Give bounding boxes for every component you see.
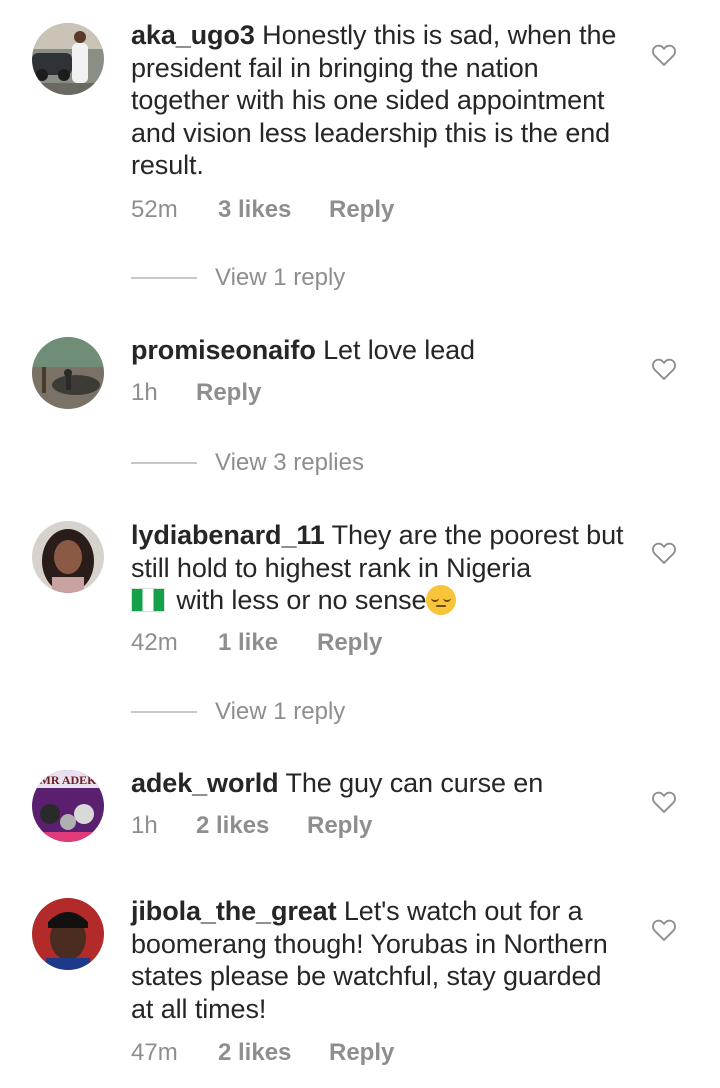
comment-meta: 47m 2 likes Reply bbox=[131, 1037, 394, 1069]
comment-text: aka_ugo3 Honestly this is sad, when the … bbox=[131, 19, 631, 182]
comment-username[interactable]: jibola_the_great bbox=[131, 896, 337, 926]
comment-text: promiseonaifo Let love lead bbox=[131, 334, 631, 367]
avatar[interactable] bbox=[32, 23, 104, 95]
avatar-photo bbox=[32, 337, 104, 409]
reply-button[interactable]: Reply bbox=[307, 812, 372, 840]
comment-text: adek_world The guy can curse en bbox=[131, 767, 631, 800]
avatar-photo bbox=[32, 23, 104, 95]
comment-meta: 52m 3 likes Reply bbox=[131, 194, 394, 226]
view-replies-button[interactable]: View 1 reply bbox=[131, 263, 345, 293]
like-button[interactable] bbox=[650, 916, 678, 944]
comment-meta: 1h Reply bbox=[131, 377, 261, 409]
likes-count[interactable]: 1 like bbox=[218, 629, 317, 657]
view-replies-button[interactable]: View 3 replies bbox=[131, 448, 364, 478]
heart-outline-icon bbox=[652, 44, 676, 66]
likes-count[interactable]: 2 likes bbox=[196, 812, 307, 840]
like-button[interactable] bbox=[650, 41, 678, 69]
view-replies-button[interactable]: View 1 reply bbox=[131, 697, 345, 727]
likes-count[interactable]: 3 likes bbox=[218, 196, 329, 224]
heart-outline-icon bbox=[652, 542, 676, 564]
comment-time: 47m bbox=[131, 1039, 178, 1066]
comment-username[interactable]: adek_world bbox=[131, 768, 279, 798]
avatar-photo bbox=[32, 521, 104, 593]
like-button[interactable] bbox=[650, 788, 678, 816]
comment-text: lydiabenard_11 They are the poorest but … bbox=[131, 519, 631, 617]
comment-body: Let love lead bbox=[315, 335, 475, 365]
view-replies-label: View 1 reply bbox=[215, 698, 346, 725]
avatar-photo bbox=[32, 898, 104, 970]
comment-meta: 42m 1 like Reply bbox=[131, 627, 382, 659]
comment-username[interactable]: aka_ugo3 bbox=[131, 20, 255, 50]
like-button[interactable] bbox=[650, 539, 678, 567]
divider-line bbox=[131, 277, 197, 279]
reply-button[interactable]: Reply bbox=[196, 379, 261, 407]
comment-username[interactable]: promiseonaifo bbox=[131, 335, 316, 365]
divider-line bbox=[131, 711, 197, 713]
avatar[interactable] bbox=[32, 521, 104, 593]
avatar-logo-text: MR ADEK bbox=[40, 773, 98, 787]
comment-text: jibola_the_great Let's watch out for a b… bbox=[131, 895, 631, 1025]
view-replies-label: View 3 replies bbox=[215, 449, 364, 476]
comment-username[interactable]: lydiabenard_11 bbox=[131, 520, 325, 550]
heart-outline-icon bbox=[652, 358, 676, 380]
comment-meta: 1h 2 likes Reply bbox=[131, 810, 372, 842]
pensive-face-icon bbox=[426, 585, 457, 615]
divider-line bbox=[131, 462, 197, 464]
reply-button[interactable]: Reply bbox=[317, 629, 382, 657]
reply-button[interactable]: Reply bbox=[329, 196, 394, 224]
comment-time: 1h bbox=[131, 379, 158, 406]
avatar[interactable] bbox=[32, 898, 104, 970]
likes-count[interactable]: 2 likes bbox=[218, 1039, 329, 1067]
avatar-photo: MR ADEK bbox=[32, 770, 104, 842]
heart-outline-icon bbox=[652, 919, 676, 941]
reply-button[interactable]: Reply bbox=[329, 1039, 394, 1067]
avatar[interactable] bbox=[32, 337, 104, 409]
heart-outline-icon bbox=[652, 791, 676, 813]
like-button[interactable] bbox=[650, 355, 678, 383]
avatar[interactable]: MR ADEK bbox=[32, 770, 104, 842]
comment-body: The guy can curse en bbox=[278, 768, 544, 798]
comment-time: 42m bbox=[131, 629, 178, 656]
comment-time: 1h bbox=[131, 812, 158, 839]
nigeria-flag-icon bbox=[131, 588, 165, 612]
comment-body-continued: with less or no sense bbox=[169, 585, 427, 615]
comment-time: 52m bbox=[131, 196, 178, 223]
view-replies-label: View 1 reply bbox=[215, 264, 346, 291]
